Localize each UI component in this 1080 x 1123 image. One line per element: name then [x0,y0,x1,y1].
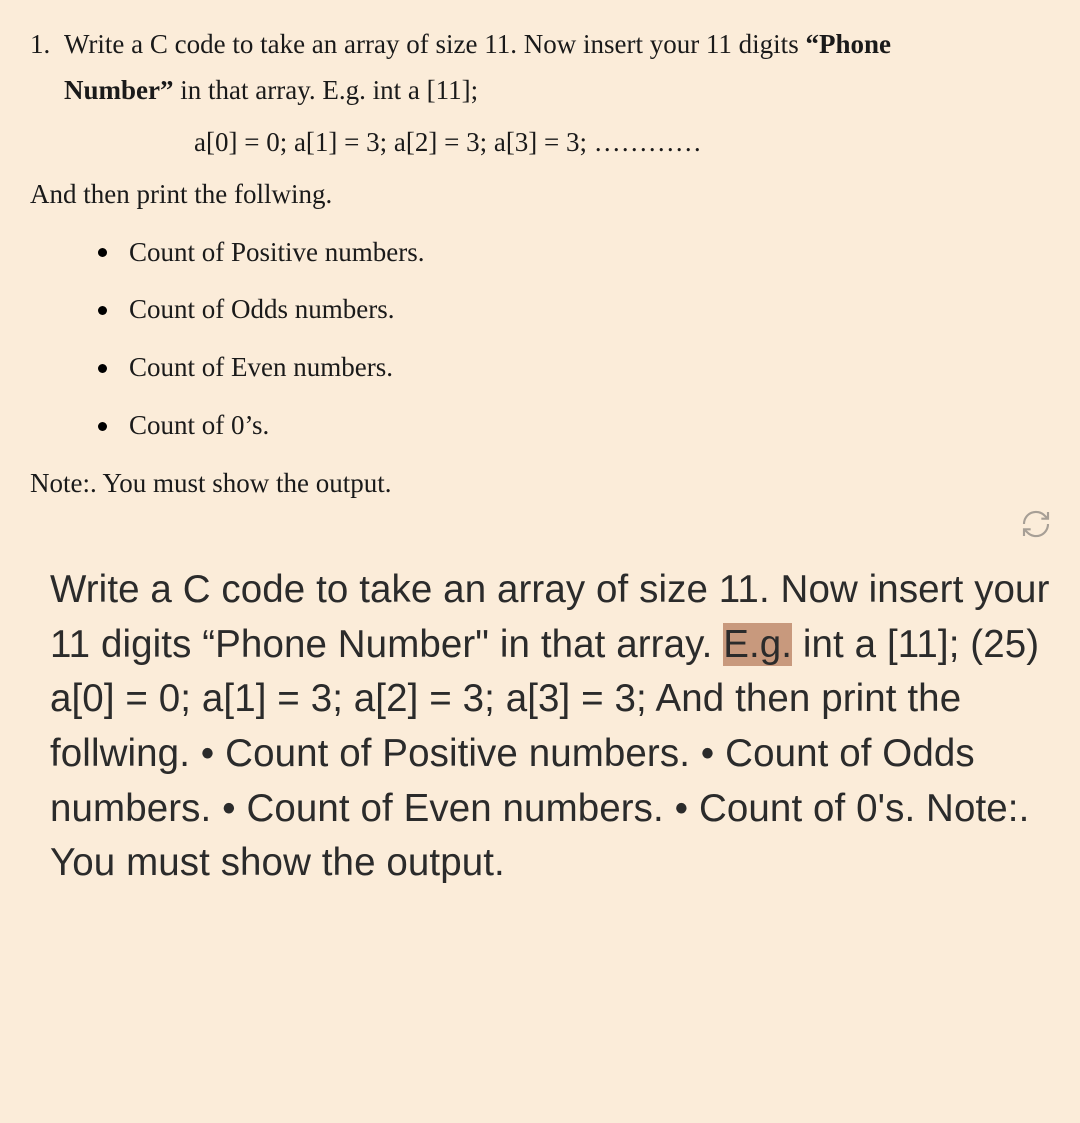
question-line-2-bold: Number” [64,75,174,105]
question-line-1-text: Write a C code to take an array of size … [64,29,805,59]
list-item: Count of Even numbers. [98,339,1050,397]
bullet-icon [98,306,107,315]
note-line: Note:. You must show the output. [30,455,1050,507]
list-item: Count of Positive numbers. [98,224,1050,282]
question-line-2: Number” in that array. E.g. int a [11]; [64,68,1050,114]
refresh-icon[interactable] [1020,508,1052,540]
list-item: Count of Odds numbers. [98,281,1050,339]
question-line-1-bold: “Phone [805,29,891,59]
bullet-text: Count of Odds numbers. [129,287,395,333]
list-number: 1. [30,22,64,166]
assignments-line: a[0] = 0; a[1] = 3; a[2] = 3; a[3] = 3; … [64,114,1050,166]
highlighted-text: E.g. [723,623,792,666]
question-line-1: Write a C code to take an array of size … [64,22,1050,68]
bullet-icon [98,364,107,373]
bullet-list: Count of Positive numbers. Count of Odds… [30,218,1050,456]
and-then-line: And then print the follwing. [30,166,1050,218]
bullet-text: Count of 0’s. [129,403,269,449]
list-item: Count of 0’s. [98,397,1050,455]
question-restated: Write a C code to take an array of size … [0,517,1080,911]
bullet-icon [98,248,107,257]
bullet-text: Count of Even numbers. [129,345,393,391]
question-original: 1. Write a C code to take an array of si… [0,0,1080,517]
bullet-icon [98,422,107,431]
question-line-2-text: in that array. E.g. int a [11]; [174,75,479,105]
bullet-text: Count of Positive numbers. [129,230,425,276]
